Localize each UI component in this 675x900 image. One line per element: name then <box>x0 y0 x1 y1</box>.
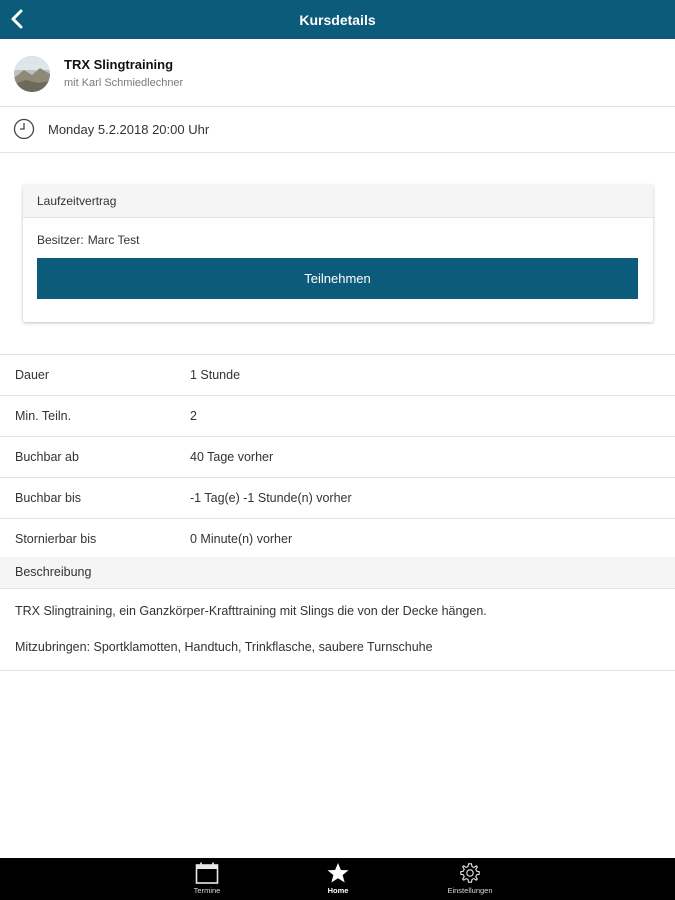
detail-row: Dauer 1 Stunde <box>0 355 675 396</box>
description-paragraph: TRX Slingtraining, ein Ganzkörper-Kraftt… <box>15 604 487 618</box>
course-datetime: Monday 5.2.2018 20:00 Uhr <box>48 122 210 137</box>
bottom-tab-bar: Termine Home Einstellungen <box>0 858 675 900</box>
detail-row: Stornierbar bis 0 Minute(n) vorher <box>0 519 675 560</box>
owner-name: Marc Test <box>87 233 140 247</box>
app-header: Kursdetails <box>0 0 675 39</box>
description-paragraph: Mitzubringen: Sportklamotten, Handtuch, … <box>15 640 433 654</box>
description-body: TRX Slingtraining, ein Ganzkörper-Kraftt… <box>0 589 675 671</box>
tab-label: Termine <box>193 886 221 895</box>
tab-label: Home <box>327 886 349 895</box>
detail-value: 40 Tage vorher <box>190 450 274 464</box>
star-icon <box>327 863 349 883</box>
trainer-avatar <box>14 56 50 92</box>
clock-icon <box>13 118 35 140</box>
description-title: Beschreibung <box>15 565 92 579</box>
contract-owner: Besitzer: Marc Test <box>37 233 143 247</box>
trainer-name: mit Karl Schmiedlechner <box>64 77 184 89</box>
detail-value: -1 Tag(e) -1 Stunde(n) vorher <box>190 491 352 505</box>
page-title: Kursdetails <box>299 11 376 28</box>
contract-title: Laufzeitvertrag <box>23 185 653 218</box>
join-button[interactable]: Teilnehmen <box>37 258 638 299</box>
tab-home[interactable]: Home <box>298 858 378 900</box>
detail-value: 0 Minute(n) vorher <box>190 532 293 546</box>
course-title: TRX Slingtraining <box>64 57 174 72</box>
detail-key: Buchbar ab <box>15 450 79 464</box>
course-summary: TRX Slingtraining mit Karl Schmiedlechne… <box>0 39 675 107</box>
back-button[interactable] <box>4 4 30 34</box>
detail-value: 2 <box>190 409 197 423</box>
detail-row: Buchbar ab 40 Tage vorher <box>0 437 675 478</box>
detail-row: Buchbar bis -1 Tag(e) -1 Stunde(n) vorhe… <box>0 478 675 519</box>
tab-einstellungen[interactable]: Einstellungen <box>430 858 510 900</box>
course-details-table: Dauer 1 Stunde Min. Teiln. 2 Buchbar ab … <box>0 354 675 560</box>
schedule-row: Monday 5.2.2018 20:00 Uhr <box>0 107 675 153</box>
gear-icon <box>460 863 480 883</box>
description-header: Beschreibung <box>0 557 675 589</box>
detail-value: 1 Stunde <box>190 368 241 382</box>
detail-row: Min. Teiln. 2 <box>0 396 675 437</box>
chevron-left-icon <box>11 9 23 29</box>
detail-key: Min. Teiln. <box>15 409 72 423</box>
tab-termine[interactable]: Termine <box>167 858 247 900</box>
detail-key: Dauer <box>15 368 50 382</box>
contract-card: Laufzeitvertrag Besitzer: Marc Test Teiln… <box>23 185 653 322</box>
detail-key: Stornierbar bis <box>15 532 97 546</box>
calendar-icon <box>195 862 219 884</box>
owner-label: Besitzer: <box>37 233 84 247</box>
detail-key: Buchbar bis <box>15 491 82 505</box>
tab-label: Einstellungen <box>447 886 493 895</box>
